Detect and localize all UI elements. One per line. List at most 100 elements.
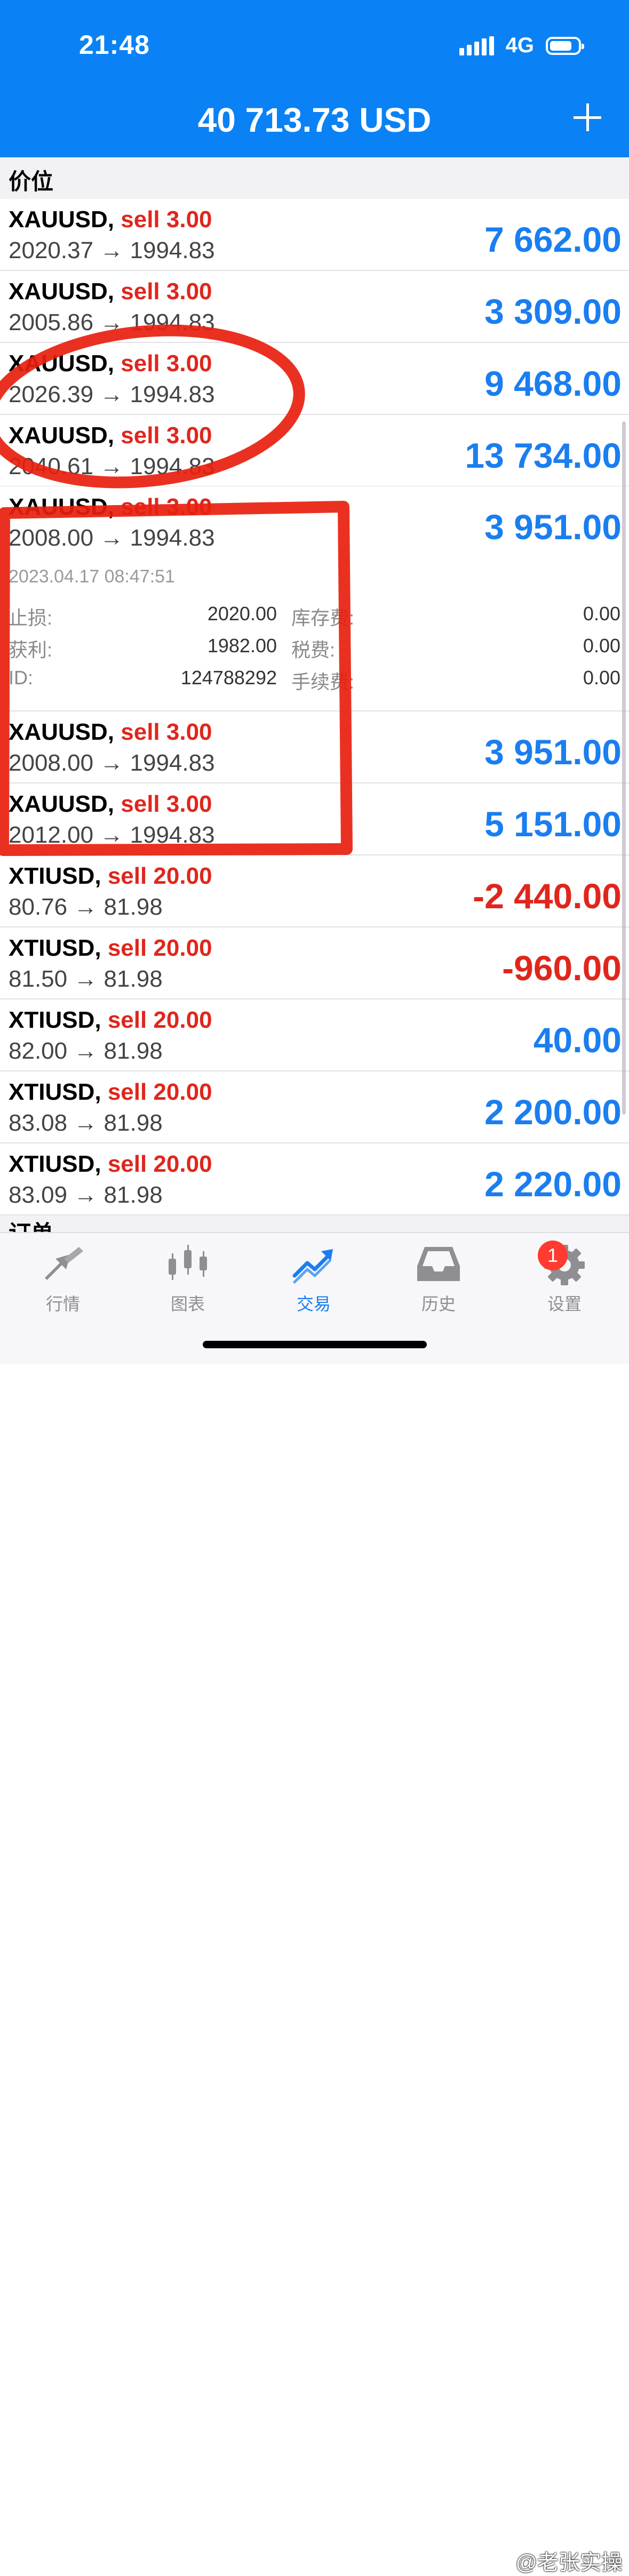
position-profit: 40.00 — [533, 1020, 622, 1060]
network-type: 4G — [505, 34, 534, 57]
swap-label: 库存费: — [291, 607, 355, 629]
position-symbol: XTIUSD, — [9, 1079, 101, 1105]
tab-charts[interactable]: 图表 — [134, 1243, 241, 1315]
position-side: sell 3.00 — [121, 422, 212, 449]
position-symbol: XAUUSD, — [9, 206, 115, 233]
position-profit: -2 440.00 — [473, 876, 622, 916]
position-side: sell 3.00 — [121, 719, 212, 745]
position-profit: 3 951.00 — [484, 507, 622, 547]
position-row[interactable]: XTIUSD, sell 20.00 83.09 → 81.98 2 220.0… — [0, 1143, 629, 1215]
position-row[interactable]: XAUUSD, sell 3.00 2026.39 → 1994.83 9 46… — [0, 343, 629, 415]
quotes-arrows-icon — [39, 1243, 86, 1285]
position-prices: 82.00 → 81.98 — [9, 1038, 163, 1064]
position-open-time: 2023.04.17 08:47:51 — [9, 566, 175, 587]
notification-badge: 1 — [538, 1241, 568, 1270]
commission-value: 0.00 — [583, 667, 620, 689]
position-profit: 2 200.00 — [484, 1092, 622, 1132]
taxes-value: 0.00 — [583, 635, 620, 657]
swap-value: 0.00 — [583, 603, 620, 625]
position-side: sell 20.00 — [107, 1079, 212, 1105]
position-side: sell 20.00 — [107, 935, 212, 961]
position-profit: 3 309.00 — [484, 292, 622, 331]
tab-label: 图表 — [170, 1294, 205, 1314]
position-symbol: XAUUSD, — [9, 719, 115, 745]
position-profit: -960.00 — [502, 948, 622, 988]
position-prices: 80.76 → 81.98 — [9, 894, 163, 920]
trade-trend-icon — [290, 1243, 337, 1285]
tab-history[interactable]: 历史 — [385, 1243, 492, 1315]
position-prices: 2020.37 → 1994.83 — [9, 237, 215, 263]
commission-label: 手续费: — [291, 671, 355, 693]
candlestick-chart-icon — [164, 1243, 211, 1285]
position-row[interactable]: XAUUSD, sell 3.00 2020.37 → 1994.83 7 66… — [0, 199, 629, 271]
tab-quotes[interactable]: 行情 — [10, 1243, 116, 1315]
add-order-button[interactable] — [571, 101, 603, 133]
stop-loss-label: 止损: — [9, 607, 53, 629]
position-profit: 9 468.00 — [484, 364, 622, 403]
position-row[interactable]: XAUUSD, sell 3.00 2040.61 → 1994.83 13 7… — [0, 415, 629, 487]
taxes-label: 税费: — [291, 639, 336, 661]
position-row[interactable]: XTIUSD, sell 20.00 80.76 → 81.98 -2 440.… — [0, 855, 629, 927]
position-profit: 3 951.00 — [484, 732, 622, 772]
position-prices: 83.09 → 81.98 — [9, 1182, 163, 1208]
tab-settings[interactable]: 1 设置 — [511, 1241, 618, 1315]
position-prices: 2026.39 → 1994.83 — [9, 381, 215, 407]
position-prices: 81.50 → 81.98 — [9, 966, 163, 992]
orders-section-header: 订单 — [0, 1215, 629, 1232]
position-prices: 2005.86 → 1994.83 — [9, 309, 215, 335]
positions-section-header: 价位 — [0, 157, 629, 199]
position-row[interactable]: XTIUSD, sell 20.00 81.50 → 81.98 -960.00 — [0, 927, 629, 999]
position-prices: 2040.61 → 1994.83 — [9, 453, 215, 479]
position-side: sell 3.00 — [121, 791, 212, 817]
position-row[interactable]: XTIUSD, sell 20.00 83.08 → 81.98 2 200.0… — [0, 1071, 629, 1143]
tab-label: 交易 — [296, 1294, 331, 1314]
position-side: sell 3.00 — [121, 350, 212, 377]
position-row[interactable]: XAUUSD, sell 3.00 2005.86 → 1994.83 3 30… — [0, 271, 629, 343]
position-side: sell 20.00 — [107, 863, 212, 889]
position-prices: 2012.00 → 1994.83 — [9, 822, 215, 848]
orders-section-title: 订单 — [9, 1215, 53, 1232]
position-profit: 5 151.00 — [484, 804, 622, 844]
battery-icon — [546, 36, 584, 55]
position-symbol: XTIUSD, — [9, 863, 101, 889]
scrollbar[interactable] — [622, 421, 626, 1115]
position-side: sell 3.00 — [121, 278, 212, 305]
position-profit: 2 220.00 — [484, 1164, 622, 1204]
order-id-label: ID: — [9, 667, 34, 689]
position-symbol: XAUUSD, — [9, 278, 115, 305]
positions-section-title: 价位 — [9, 169, 54, 194]
position-symbol: XTIUSD, — [9, 1007, 101, 1033]
position-prices: 2008.00 → 1994.83 — [9, 525, 215, 551]
position-prices: 83.08 → 81.98 — [9, 1110, 163, 1136]
position-side: sell 20.00 — [107, 1007, 212, 1033]
position-symbol: XTIUSD, — [9, 1151, 101, 1177]
status-icons: 4G — [459, 34, 584, 58]
position-row[interactable]: XAUUSD, sell 3.00 2008.00 → 1994.83 3 95… — [0, 711, 629, 783]
app-header: 21:48 4G 40 713.73 USD — [0, 0, 629, 157]
home-indicator[interactable] — [203, 1341, 427, 1348]
position-symbol: XTIUSD, — [9, 935, 101, 961]
tab-label: 设置 — [547, 1294, 582, 1314]
cellular-signal-icon — [459, 36, 494, 55]
position-row-expanded[interactable]: XAUUSD, sell 3.00 2008.00 → 1994.83 3 95… — [0, 486, 629, 711]
history-inbox-icon — [415, 1243, 462, 1285]
position-profit: 13 734.00 — [465, 436, 622, 475]
position-row[interactable]: XTIUSD, sell 20.00 82.00 → 81.98 40.00 — [0, 999, 629, 1071]
position-symbol: XAUUSD, — [9, 422, 115, 449]
take-profit-label: 获利: — [9, 639, 53, 661]
position-side: sell 3.00 — [121, 206, 212, 233]
settings-gear-icon: 1 — [538, 1241, 588, 1285]
tab-label: 历史 — [421, 1294, 456, 1314]
position-side: sell 20.00 — [107, 1151, 212, 1177]
tab-trade[interactable]: 交易 — [260, 1243, 367, 1315]
order-id-value: 124788292 — [180, 667, 277, 689]
stop-loss-value: 2020.00 — [207, 603, 277, 625]
status-time: 21:48 — [79, 30, 150, 60]
position-row[interactable]: XAUUSD, sell 3.00 2012.00 → 1994.83 5 15… — [0, 783, 629, 855]
tab-label: 行情 — [45, 1294, 80, 1314]
position-symbol: XAUUSD, — [9, 791, 115, 817]
position-side: sell 3.00 — [121, 494, 212, 520]
position-symbol: XAUUSD, — [9, 494, 115, 520]
take-profit-value: 1982.00 — [207, 635, 277, 657]
position-profit: 7 662.00 — [484, 220, 622, 259]
